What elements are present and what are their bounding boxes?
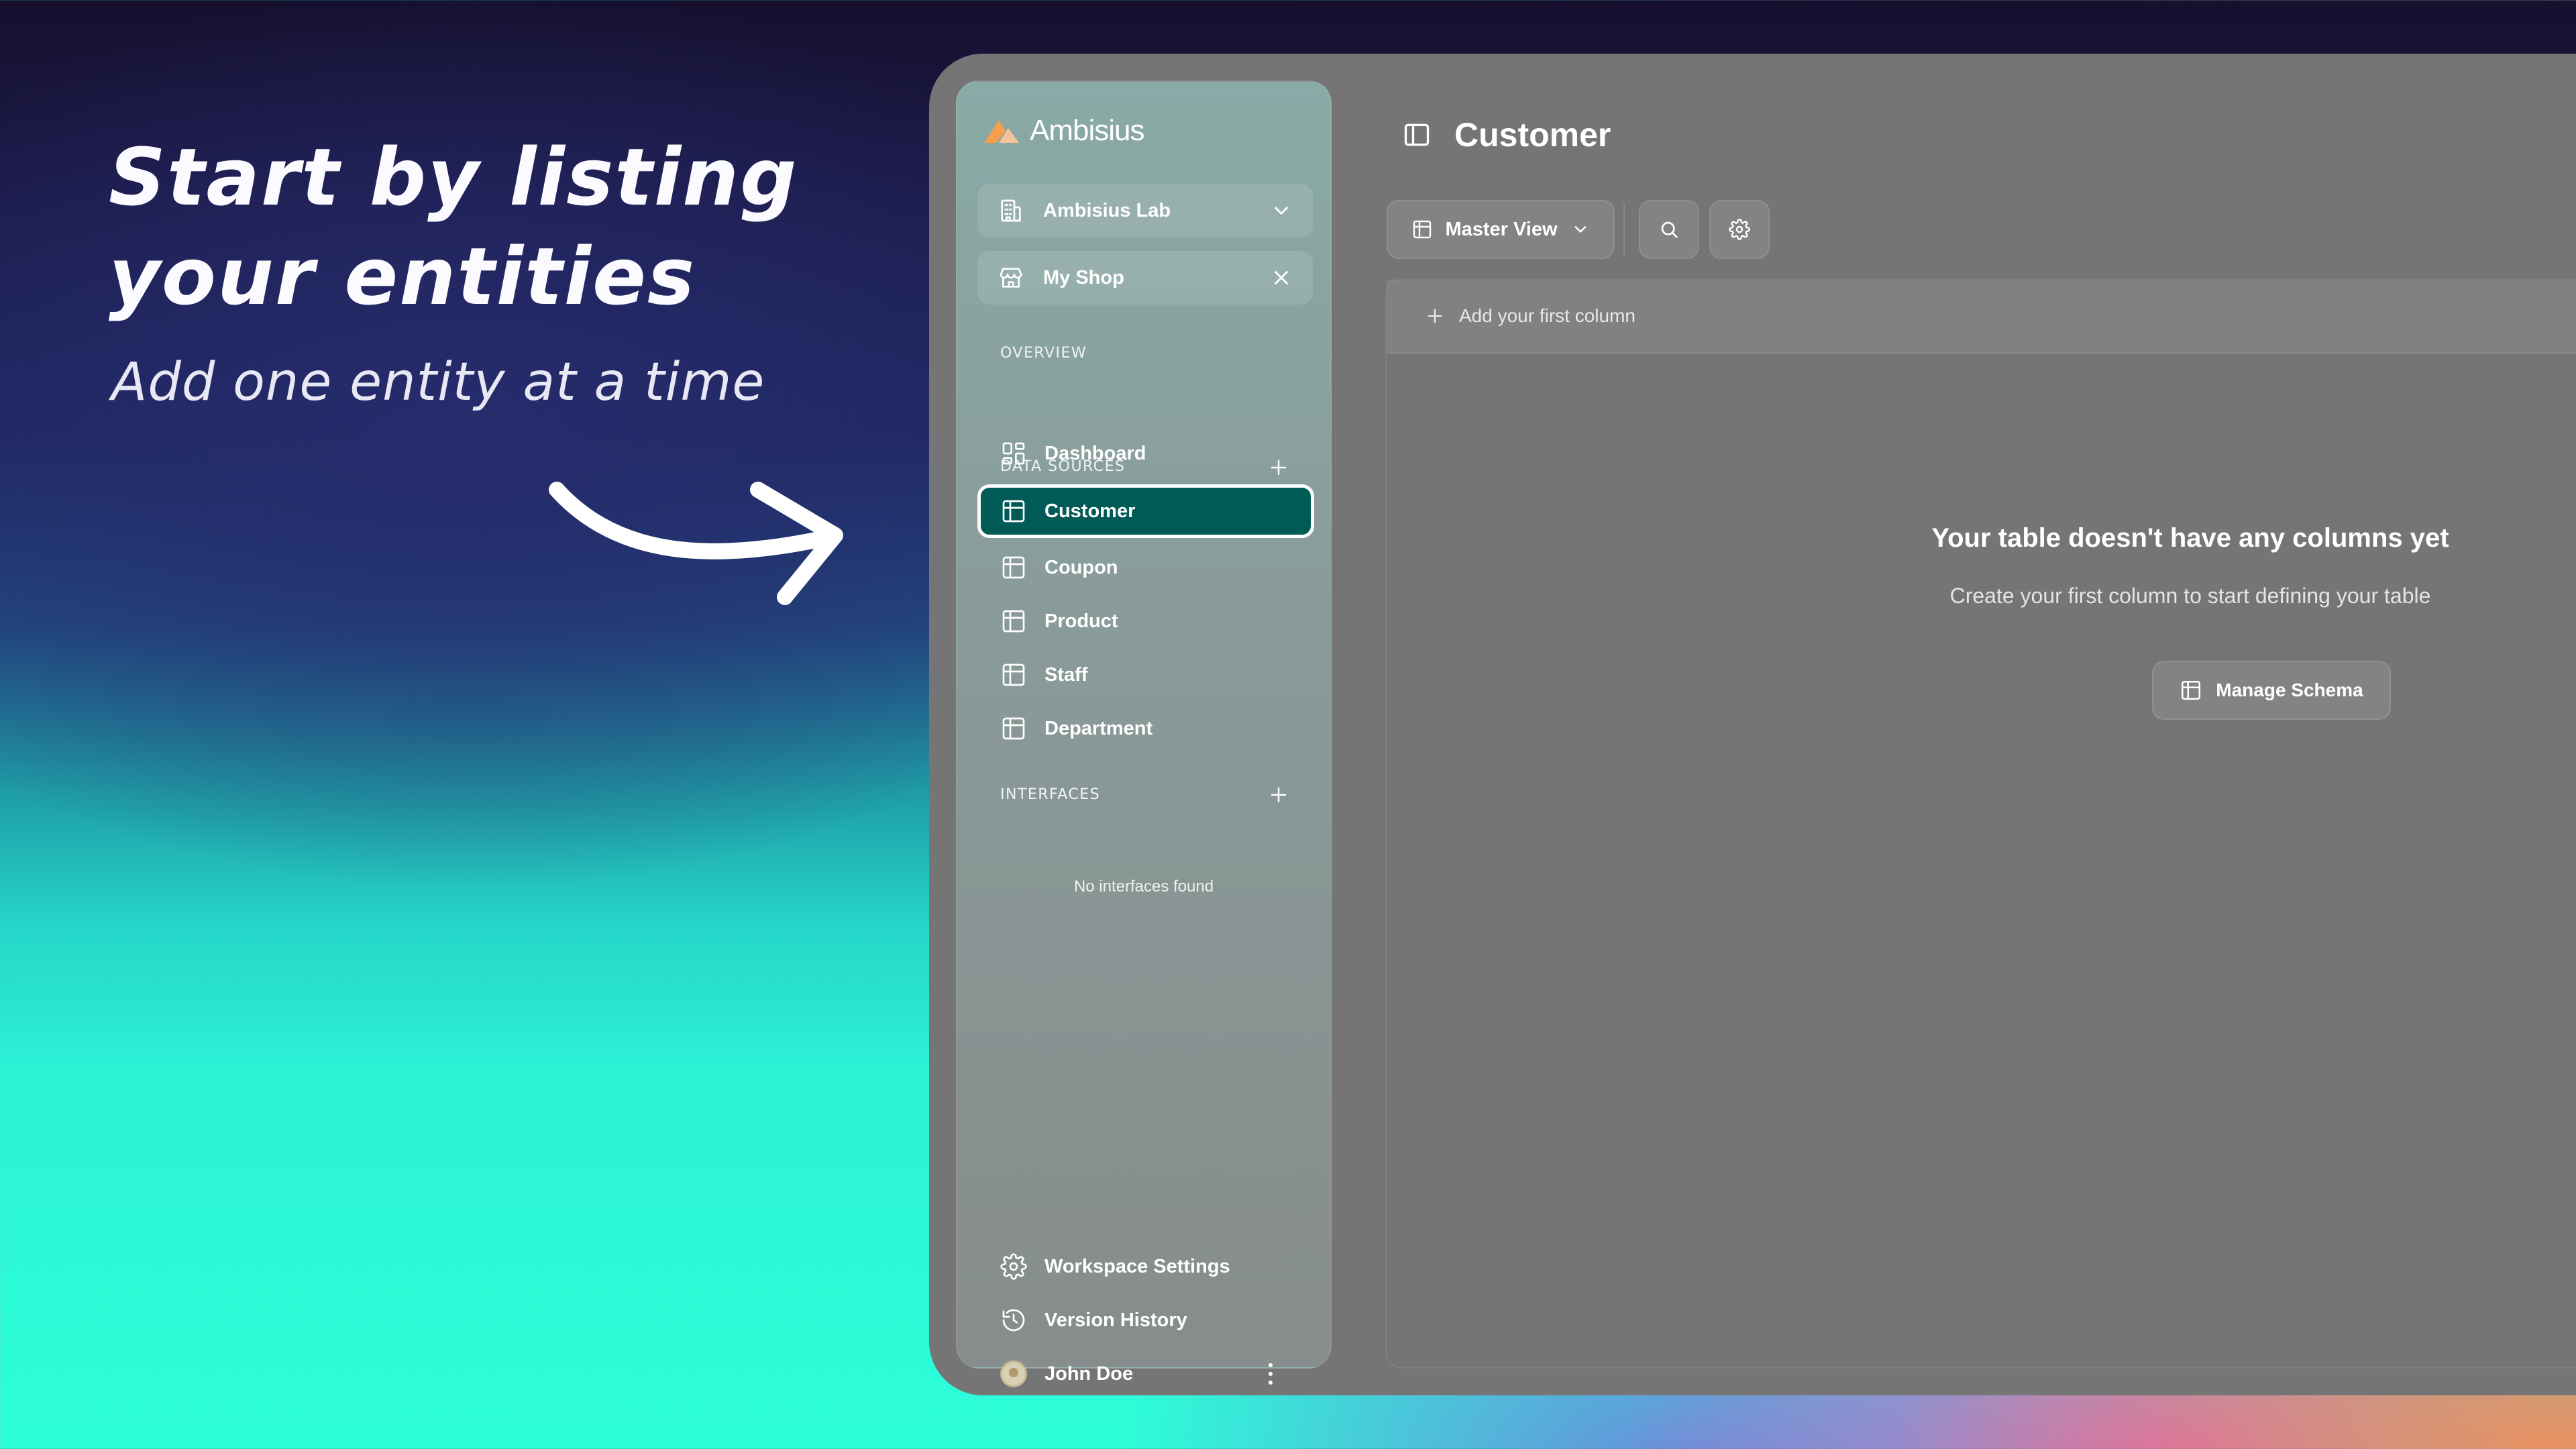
sidebar-toggle-icon[interactable]: [1402, 120, 1432, 150]
add-column-label: Add your first column: [1459, 305, 1635, 326]
sidebar-item-label: Staff: [1044, 663, 1088, 686]
chevron-down-icon: [1275, 207, 1288, 215]
app-window: Ambisius Ambisius Lab My Shop OVERVIEW D…: [929, 54, 2576, 1395]
table-icon: [1002, 500, 1025, 523]
gear-icon: [1729, 219, 1750, 240]
sidebar-item-coupon[interactable]: Coupon: [977, 541, 1314, 594]
ambisius-logo-icon: [984, 120, 1019, 143]
plus-icon: [1428, 309, 1442, 323]
workspace-name: Ambisius Lab: [1043, 199, 1171, 221]
hero-subtitle: Add one entity at a time: [111, 352, 765, 413]
avatar: [1000, 1360, 1027, 1387]
sidebar-item-label: Coupon: [1044, 556, 1118, 578]
page-header: Customer: [1402, 115, 1611, 154]
version-history-link[interactable]: Version History: [977, 1293, 1314, 1347]
store-selector[interactable]: My Shop: [977, 251, 1313, 305]
add-first-column-button[interactable]: Add your first column: [1387, 280, 2576, 354]
store-name: My Shop: [1043, 266, 1124, 288]
view-selector-button[interactable]: Master View: [1387, 200, 1615, 259]
table-area: Add your first column: [1385, 278, 2576, 1368]
chevron-down-icon: [1574, 226, 1586, 233]
sidebar-item-customer[interactable]: Customer: [977, 484, 1314, 538]
sidebar-item-label: Customer: [1044, 500, 1136, 522]
sidebar-item-label: Department: [1044, 717, 1153, 739]
add-interface-icon[interactable]: [1269, 785, 1289, 805]
user-name: John Doe: [1044, 1362, 1134, 1385]
sidebar-item-label: Product: [1044, 610, 1118, 632]
search-button[interactable]: [1639, 200, 1699, 259]
workspace-settings-link[interactable]: Workspace Settings: [977, 1240, 1314, 1293]
curved-arrow-icon: [549, 482, 843, 605]
building-icon: [1001, 199, 1021, 222]
brand-logo[interactable]: Ambisius: [981, 114, 1144, 148]
workspace-selector[interactable]: Ambisius Lab: [977, 184, 1313, 237]
sidebar-item-staff[interactable]: Staff: [977, 648, 1314, 702]
settings-label: Workspace Settings: [1044, 1255, 1230, 1277]
empty-state-description: Create your first column to start defini…: [1949, 584, 2431, 608]
page-title: Customer: [1454, 116, 1611, 154]
table-icon: [1002, 556, 1025, 579]
close-icon[interactable]: [1270, 266, 1293, 289]
section-data-sources: DATA SOURCES: [1000, 458, 1126, 475]
manage-schema-button[interactable]: Manage Schema: [2152, 661, 2391, 720]
history-label: Version History: [1044, 1309, 1187, 1331]
brand-name: Ambisius: [1030, 114, 1144, 147]
settings-button[interactable]: [1709, 200, 1770, 259]
gear-icon: [1000, 1253, 1027, 1280]
section-interfaces: INTERFACES: [1000, 786, 1101, 803]
table-icon: [1002, 610, 1025, 633]
table-icon: [1002, 663, 1025, 686]
history-icon: [1002, 1309, 1025, 1332]
manage-schema-label: Manage Schema: [2216, 680, 2363, 700]
add-data-source-icon[interactable]: [1269, 458, 1289, 478]
search-icon: [1661, 221, 1678, 238]
sidebar-item-department[interactable]: Department: [977, 702, 1314, 755]
store-icon: [1000, 268, 1022, 288]
table-icon: [1413, 220, 1432, 239]
sidebar-item-product[interactable]: Product: [977, 594, 1314, 648]
section-overview: OVERVIEW: [1000, 345, 1087, 362]
hero-title: Start by listing your entities: [109, 131, 798, 323]
table-icon: [2182, 680, 2201, 700]
table-icon: [1002, 717, 1025, 740]
user-menu[interactable]: John Doe: [977, 1347, 1314, 1395]
toolbar-divider: [1623, 203, 1625, 256]
empty-state-title: Your table doesn't have any columns yet: [1931, 523, 2449, 553]
sidebar: Ambisius Ambisius Lab My Shop OVERVIEW D…: [956, 80, 1332, 1387]
view-label: Master View: [1445, 218, 1558, 240]
interfaces-empty-text: No interfaces found: [1073, 877, 1214, 896]
more-vertical-icon[interactable]: [1267, 1362, 1274, 1386]
